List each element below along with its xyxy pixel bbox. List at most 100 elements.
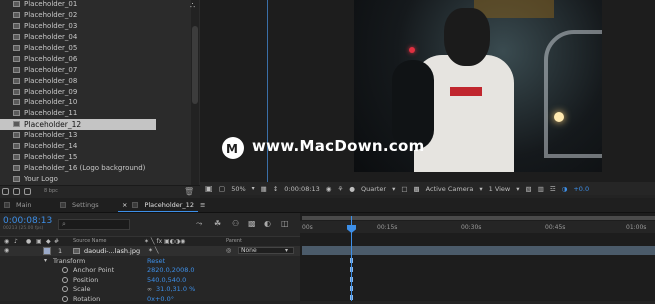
always-preview-icon[interactable]: ▣	[205, 184, 213, 193]
project-item[interactable]: Placeholder_14	[0, 141, 190, 152]
close-icon[interactable]: ×	[122, 201, 127, 209]
property-label: Anchor Point	[73, 266, 115, 275]
project-item[interactable]: Your Logo	[0, 174, 190, 185]
current-time-display[interactable]: 0:00:08:13	[3, 216, 52, 226]
property-row-position[interactable]: Position 540.0,540.0	[0, 275, 300, 285]
label-icon[interactable]: ◆	[46, 238, 51, 245]
new-folder-icon[interactable]	[13, 188, 20, 195]
project-item[interactable]: Placeholder_02	[0, 10, 190, 21]
project-scrollbar-thumb[interactable]	[192, 26, 198, 104]
project-item-label: Placeholder_01	[24, 0, 78, 9]
flowchart-icon[interactable]: ☲	[550, 185, 556, 193]
pixel-aspect-icon[interactable]: ▥	[538, 185, 544, 193]
lock-icon[interactable]: ▣	[36, 238, 42, 245]
viewer-timecode[interactable]: 0:00:08:13	[284, 185, 320, 193]
resize-icon[interactable]: ↕	[273, 185, 278, 193]
label-color-icon[interactable]	[43, 246, 51, 255]
footage-icon	[13, 1, 20, 8]
region-icon[interactable]: □	[401, 185, 407, 193]
property-row-rotation[interactable]: Rotation 0x+0.0°	[0, 294, 300, 304]
work-area-bar[interactable]	[302, 216, 655, 220]
grid-icon[interactable]: ▦	[261, 185, 267, 193]
audio-icon[interactable]: ♪	[14, 238, 18, 245]
project-item[interactable]: Placeholder_06	[0, 54, 190, 65]
reset-link[interactable]: Reset	[147, 257, 165, 265]
interpret-footage-icon[interactable]	[2, 188, 9, 195]
zoom-dropdown[interactable]: 50%	[231, 185, 245, 193]
property-value[interactable]: 0x+0.0°	[147, 295, 174, 303]
chevron-down-icon[interactable]: ▾	[516, 185, 519, 193]
project-item[interactable]: Placeholder_03	[0, 21, 190, 32]
chevron-down-icon[interactable]: ▾	[44, 257, 47, 264]
tab-placeholder-12[interactable]: × Placeholder_12 ≡	[122, 201, 205, 209]
project-item[interactable]: Placeholder_13	[0, 130, 190, 141]
project-item[interactable]: Placeholder_07	[0, 65, 190, 76]
chevron-down-icon[interactable]: ▾	[252, 185, 255, 192]
property-label: Position	[73, 275, 99, 284]
property-row-anchor-point[interactable]: Anchor Point 2820.0,2008.0	[0, 266, 300, 276]
menu-icon[interactable]: ≡	[200, 201, 205, 209]
stopwatch-icon[interactable]	[62, 276, 68, 283]
project-item-label: Placeholder_02	[24, 11, 78, 20]
frame-blending-icon[interactable]: ▩	[248, 219, 256, 228]
fast-preview-icon[interactable]: ▧	[526, 185, 532, 193]
property-value[interactable]: 31.0,31.0 %	[156, 285, 195, 293]
stopwatch-icon[interactable]	[62, 267, 68, 274]
eye-icon[interactable]: ◉	[4, 238, 9, 245]
new-composition-icon[interactable]	[24, 188, 31, 195]
channel-icon[interactable]: ●	[349, 185, 355, 193]
chevron-down-icon[interactable]: ▾	[392, 185, 395, 193]
project-item[interactable]: Placeholder_16 (Logo background)	[0, 163, 190, 174]
motion-blur-icon[interactable]: ◐	[264, 219, 271, 228]
timeline-search-input[interactable]: ⌕	[58, 219, 130, 230]
comp-mini-flowchart-icon[interactable]: ⤳	[196, 219, 202, 229]
transform-label: Transform	[53, 256, 86, 265]
graph-editor-icon[interactable]: ◫	[281, 219, 289, 228]
layer-row[interactable]: ◉ 1 daoudi-...lash.jpg ✶ ╲ ◎ None ▾	[0, 246, 300, 256]
person-head	[444, 8, 490, 66]
project-item[interactable]: Placeholder_08	[0, 76, 190, 87]
parent-dropdown[interactable]: None ▾	[238, 247, 294, 255]
property-value[interactable]: 540.0,540.0	[147, 276, 186, 284]
resolution-dropdown[interactable]: Quarter	[361, 185, 386, 193]
project-item[interactable]: Placeholder_05	[0, 43, 190, 54]
show-snapshot-icon[interactable]: ⚘	[337, 185, 343, 193]
exposure-icon[interactable]: ◑	[562, 185, 568, 193]
network-icon[interactable]: ∴	[190, 1, 195, 10]
stopwatch-icon[interactable]	[62, 286, 68, 293]
transparency-grid-icon[interactable]: ▩	[414, 185, 420, 193]
property-row-scale[interactable]: Scale ∞ 31.0,31.0 %	[0, 285, 300, 295]
mask-icon[interactable]: ▢	[219, 185, 226, 193]
project-item[interactable]: Placeholder_15	[0, 152, 190, 163]
project-item[interactable]: Placeholder_11	[0, 108, 190, 119]
exposure-value[interactable]: +0.0	[573, 185, 589, 193]
solo-icon[interactable]: ●	[26, 238, 31, 245]
number-icon[interactable]: #	[54, 238, 59, 245]
layer-duration-bar[interactable]	[302, 246, 655, 255]
project-item-selected[interactable]: Placeholder_12	[0, 119, 156, 130]
source-name-header[interactable]: Source Name	[73, 238, 107, 244]
project-item[interactable]: Placeholder_01	[0, 0, 190, 10]
project-item[interactable]: Placeholder_10	[0, 97, 190, 108]
parent-header[interactable]: Parent	[226, 238, 242, 244]
draft-3d-icon[interactable]: ☘	[214, 219, 221, 228]
bit-depth-label[interactable]: 8 bpc	[44, 188, 58, 194]
camera-dropdown[interactable]: Active Camera	[426, 185, 474, 193]
eye-icon[interactable]: ◉	[4, 247, 9, 254]
trash-icon[interactable]: 🗑	[184, 187, 194, 196]
switches-icon[interactable]: ✶ ╲ fx ▣◐◑◉	[144, 238, 185, 245]
tab-settings[interactable]: Settings	[60, 201, 99, 209]
layer-name[interactable]: daoudi-...lash.jpg	[84, 247, 140, 255]
tab-main[interactable]: Main	[4, 201, 32, 209]
shy-icon[interactable]: ⚇	[232, 219, 239, 228]
camera-snapshot-icon[interactable]: ◉	[326, 185, 332, 193]
property-value[interactable]: 2820.0,2008.0	[147, 266, 195, 274]
layer-switches-icon[interactable]: ✶ ╲	[148, 247, 159, 254]
transform-group-row[interactable]: ▾ Transform Reset	[0, 256, 300, 266]
view-layout-dropdown[interactable]: 1 View	[489, 185, 511, 193]
chevron-down-icon[interactable]: ▾	[479, 185, 482, 193]
constrain-proportions-icon[interactable]: ∞	[147, 286, 152, 293]
pickwhip-icon[interactable]: ◎	[226, 247, 231, 254]
ruler-label: 00:15s	[377, 224, 398, 231]
project-item[interactable]: Placeholder_04	[0, 32, 190, 43]
